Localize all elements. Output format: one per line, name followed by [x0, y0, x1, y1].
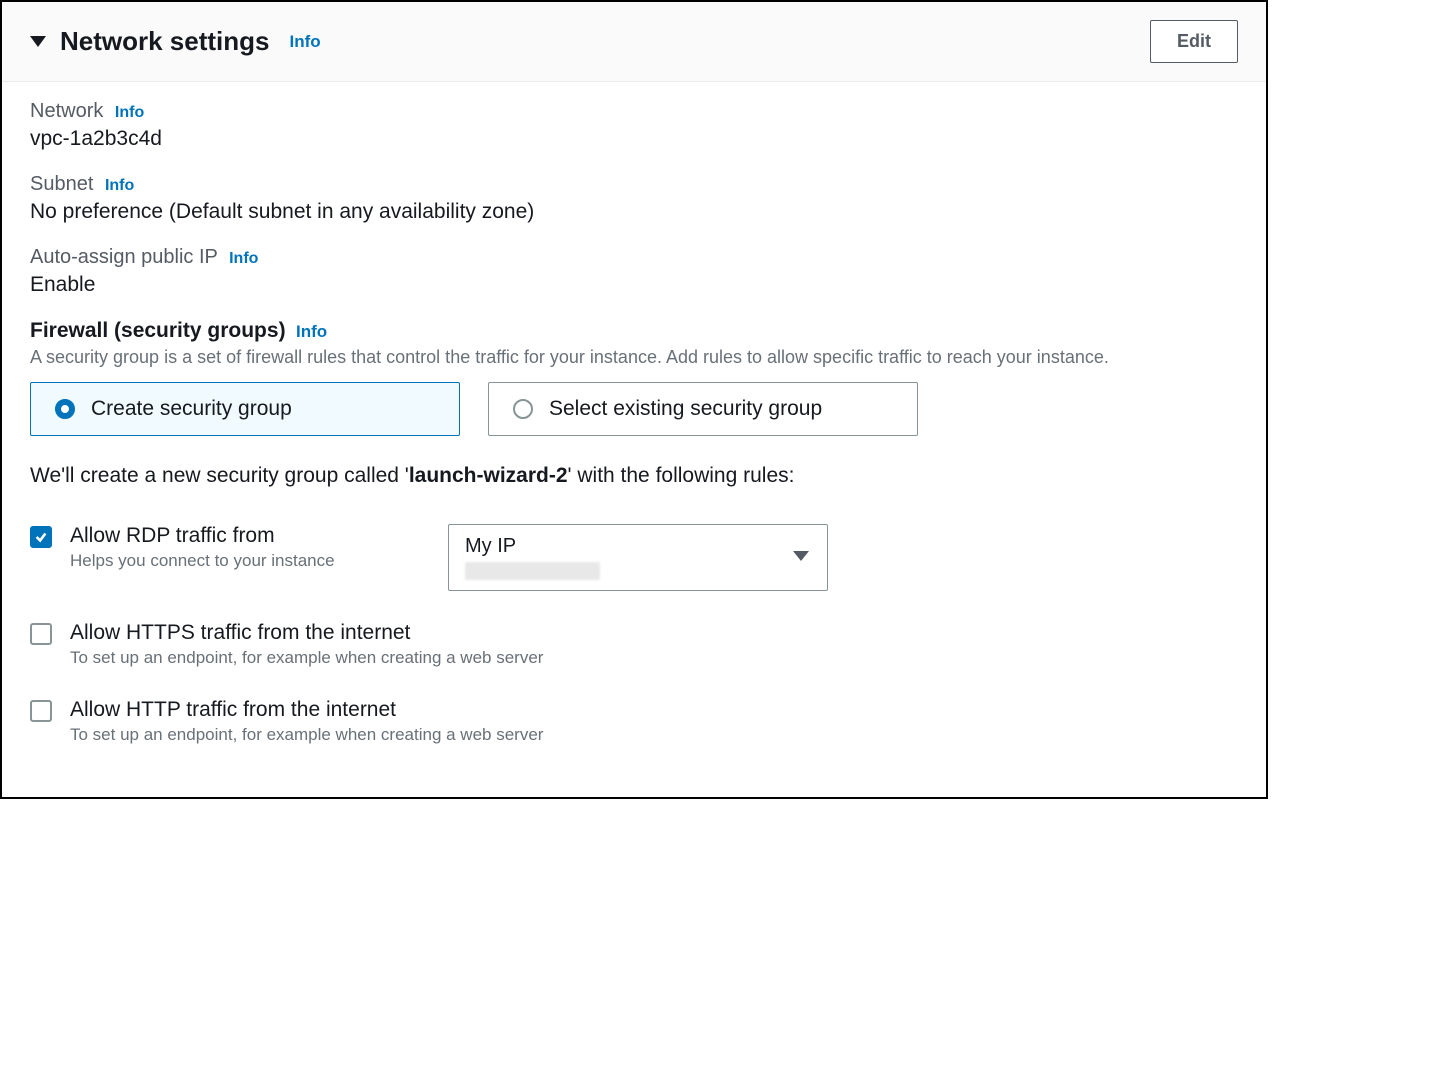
allow-http-row: Allow HTTP traffic from the internet To …	[30, 698, 1238, 745]
allow-rdp-checkbox[interactable]	[30, 526, 52, 548]
panel-body: Network Info vpc-1a2b3c4d Subnet Info No…	[2, 82, 1266, 797]
edit-button[interactable]: Edit	[1150, 20, 1238, 63]
allow-rdp-help: Helps you connect to your instance	[70, 551, 430, 571]
firewall-heading-row: Firewall (security groups) Info	[30, 319, 1238, 343]
network-label-text: Network	[30, 100, 103, 122]
radio-icon	[513, 399, 533, 419]
firewall-description: A security group is a set of firewall ru…	[30, 347, 1238, 368]
rdp-source-select[interactable]: My IP	[448, 524, 828, 591]
panel-header-left: Network settings Info	[30, 26, 321, 57]
check-icon	[34, 530, 48, 544]
panel-title: Network settings	[60, 26, 270, 57]
create-text-suffix: ' with the following rules:	[568, 464, 795, 487]
create-group-text: We'll create a new security group called…	[30, 464, 1238, 488]
allow-http-text: Allow HTTP traffic from the internet To …	[70, 698, 1238, 745]
create-security-group-label: Create security group	[91, 397, 292, 421]
allow-rdp-text: Allow RDP traffic from Helps you connect…	[70, 524, 430, 571]
panel-header: Network settings Info Edit	[2, 2, 1266, 82]
firewall-field: Firewall (security groups) Info A securi…	[30, 319, 1238, 745]
network-field: Network Info vpc-1a2b3c4d	[30, 100, 1238, 151]
create-security-group-option[interactable]: Create security group	[30, 382, 460, 436]
subnet-label-text: Subnet	[30, 173, 93, 195]
rdp-source-ip-redacted	[465, 562, 600, 580]
allow-https-text: Allow HTTPS traffic from the internet To…	[70, 621, 1238, 668]
allow-rdp-label: Allow RDP traffic from	[70, 524, 430, 548]
allow-https-row: Allow HTTPS traffic from the internet To…	[30, 621, 1238, 668]
publicip-label: Auto-assign public IP Info	[30, 246, 1238, 269]
network-settings-panel: Network settings Info Edit Network Info …	[0, 0, 1268, 799]
rdp-source-label: My IP	[465, 535, 811, 558]
collapse-triangle-icon[interactable]	[30, 36, 46, 47]
info-link-header[interactable]: Info	[290, 32, 321, 52]
select-existing-security-group-label: Select existing security group	[549, 397, 822, 421]
subnet-value: No preference (Default subnet in any ava…	[30, 200, 1238, 224]
radio-icon	[55, 399, 75, 419]
firewall-option-group: Create security group Select existing se…	[30, 382, 1238, 436]
allow-https-checkbox[interactable]	[30, 623, 52, 645]
allow-http-help: To set up an endpoint, for example when …	[70, 725, 1238, 745]
publicip-value: Enable	[30, 273, 1238, 297]
firewall-heading: Firewall (security groups)	[30, 319, 286, 342]
allow-http-label: Allow HTTP traffic from the internet	[70, 698, 1238, 722]
publicip-label-text: Auto-assign public IP	[30, 246, 218, 268]
info-link-firewall[interactable]: Info	[296, 322, 327, 341]
publicip-field: Auto-assign public IP Info Enable	[30, 246, 1238, 297]
allow-https-help: To set up an endpoint, for example when …	[70, 648, 1238, 668]
allow-http-checkbox[interactable]	[30, 700, 52, 722]
subnet-label: Subnet Info	[30, 173, 1238, 196]
subnet-field: Subnet Info No preference (Default subne…	[30, 173, 1238, 224]
create-text-prefix: We'll create a new security group called…	[30, 464, 409, 487]
info-link-subnet[interactable]: Info	[105, 177, 134, 194]
allow-https-label: Allow HTTPS traffic from the internet	[70, 621, 1238, 645]
select-existing-security-group-option[interactable]: Select existing security group	[488, 382, 918, 436]
info-link-publicip[interactable]: Info	[229, 250, 258, 267]
network-value: vpc-1a2b3c4d	[30, 127, 1238, 151]
network-label: Network Info	[30, 100, 1238, 123]
allow-rdp-row: Allow RDP traffic from Helps you connect…	[30, 524, 1238, 591]
info-link-network[interactable]: Info	[115, 104, 144, 121]
group-name: launch-wizard-2	[409, 464, 568, 487]
chevron-down-icon	[793, 551, 809, 561]
